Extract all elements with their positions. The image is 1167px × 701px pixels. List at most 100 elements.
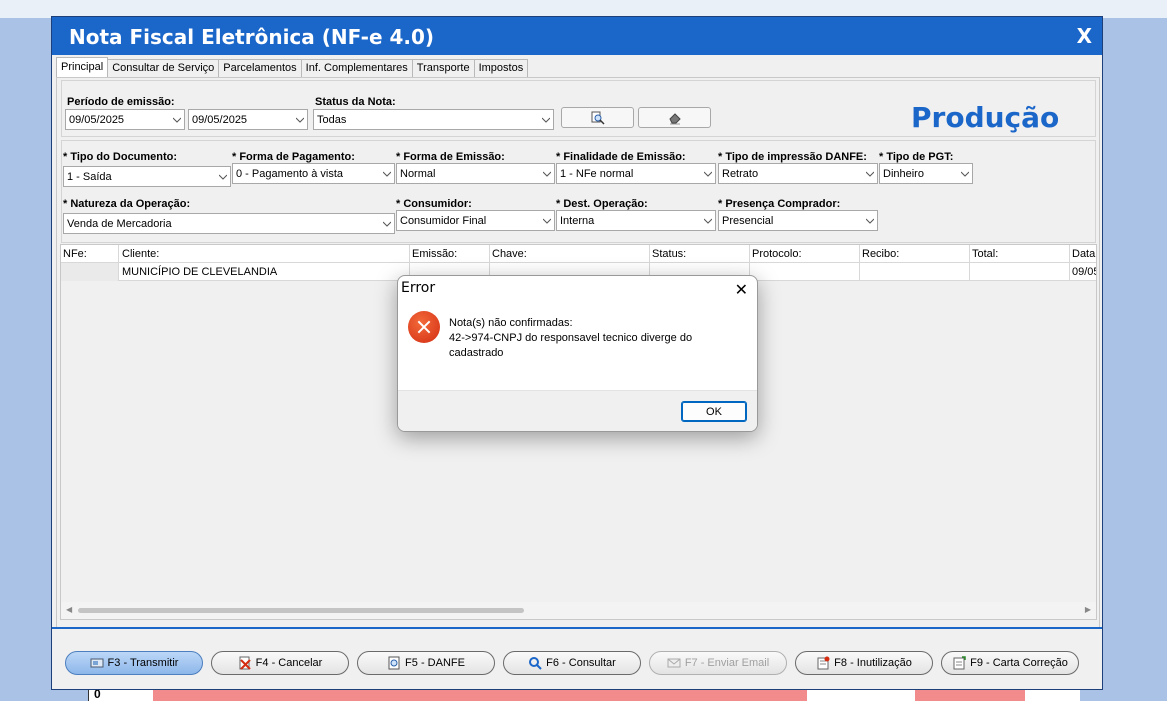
grid-header: NFe: Cliente: Emissão: Chave: Status: Pr… <box>61 245 1096 263</box>
tipo-pgt-label: * Tipo de PGT: <box>879 151 954 163</box>
scroll-right-icon[interactable]: ▶ <box>1085 605 1091 614</box>
presenca-value: Presencial <box>722 215 774 227</box>
cancel-doc-icon <box>239 656 251 670</box>
tipo-documento-label: * Tipo do Documento: <box>63 151 178 163</box>
inutilizacao-icon <box>817 656 830 670</box>
periodo-label: Período de emissão: <box>67 96 175 108</box>
tipo-pgt-select[interactable]: Dinheiro <box>879 163 973 184</box>
carta-correcao-label: F9 - Carta Correção <box>970 657 1068 669</box>
chevron-down-icon <box>866 171 874 177</box>
background-bar <box>153 689 807 701</box>
finalidade-value: 1 - NFe normal <box>560 168 634 180</box>
filter-group: Período de emissão: 09/05/2025 09/05/202… <box>61 80 1096 137</box>
tab-impostos[interactable]: Impostos <box>473 59 529 77</box>
finalidade-select[interactable]: 1 - NFe normal <box>556 163 716 184</box>
column-header[interactable]: Cliente: <box>122 248 159 260</box>
clear-filter-button[interactable] <box>638 107 711 128</box>
column-header[interactable]: Chave: <box>492 248 527 260</box>
column-header[interactable]: Protocolo: <box>752 248 802 260</box>
danfe-icon <box>388 656 400 670</box>
scrollbar-thumb[interactable] <box>78 608 524 613</box>
tipo-documento-value: 1 - Saída <box>67 171 112 183</box>
tipo-impressao-value: Retrato <box>722 168 759 180</box>
forma-pagamento-select[interactable]: 0 - Pagamento à vista <box>232 163 395 184</box>
column-header[interactable]: Status: <box>652 248 686 260</box>
transmit-button[interactable]: F3 - Transmitir <box>65 651 203 675</box>
chevron-down-icon <box>542 117 550 123</box>
presenca-label: * Presença Comprador: <box>718 198 841 210</box>
action-bar: F3 - Transmitir F4 - Cancelar F5 - DANFE… <box>52 627 1102 689</box>
dest-operacao-value: Interna <box>560 215 595 227</box>
column-header[interactable]: NFe: <box>63 248 87 260</box>
inutilizacao-button[interactable]: F8 - Inutilização <box>795 651 933 675</box>
inutilizacao-label: F8 - Inutilização <box>834 657 912 669</box>
transmit-label: F3 - Transmitir <box>107 657 179 669</box>
forma-pagamento-value: 0 - Pagamento à vista <box>236 168 344 180</box>
status-label: Status da Nota: <box>315 96 396 108</box>
error-icon <box>408 311 440 343</box>
close-button[interactable]: X <box>1077 24 1092 48</box>
environment-label: Produção <box>911 101 1060 134</box>
date-from-value: 09/05/2025 <box>69 114 125 126</box>
consult-button[interactable]: F6 - Consultar <box>503 651 641 675</box>
window-title: Nota Fiscal Eletrônica (NF-e 4.0) <box>69 25 435 49</box>
date-from-picker[interactable]: 09/05/2025 <box>65 109 185 130</box>
send-email-button[interactable]: F7 - Enviar Email <box>649 651 787 675</box>
forma-emissao-select[interactable]: Normal <box>396 163 555 184</box>
chevron-down-icon <box>173 117 181 123</box>
chevron-down-icon <box>961 171 969 177</box>
column-divider <box>1069 245 1070 281</box>
consumidor-label: * Consumidor: <box>396 198 472 210</box>
eraser-icon <box>669 113 681 125</box>
ok-button[interactable]: OK <box>681 401 747 422</box>
chevron-down-icon <box>383 221 391 227</box>
search-button[interactable] <box>561 107 634 128</box>
tipo-impressao-label: * Tipo de impressão DANFE: <box>718 151 867 163</box>
natureza-label: * Natureza da Operação: <box>63 198 191 210</box>
column-header[interactable]: Emissão: <box>412 248 457 260</box>
cancel-button[interactable]: F4 - Cancelar <box>211 651 349 675</box>
status-select[interactable]: Todas <box>313 109 554 130</box>
column-header[interactable]: Data <box>1072 248 1095 260</box>
natureza-value: Venda de Mercadoria <box>67 218 172 230</box>
column-header[interactable]: Total: <box>972 248 998 260</box>
dest-operacao-select[interactable]: Interna <box>556 210 716 231</box>
forma-emissao-label: * Forma de Emissão: <box>396 151 505 163</box>
tab-inf-complementares[interactable]: Inf. Complementares <box>300 59 413 77</box>
chevron-down-icon <box>296 117 304 123</box>
consumidor-select[interactable]: Consumidor Final <box>396 210 555 231</box>
dialog-title: Error <box>401 280 436 296</box>
horizontal-scrollbar[interactable]: ◀ ▶ <box>61 602 1096 619</box>
tipo-documento-select[interactable]: 1 - Saída <box>63 166 231 187</box>
tipo-pgt-value: Dinheiro <box>883 168 924 180</box>
forma-emissao-value: Normal <box>400 168 436 180</box>
chevron-down-icon <box>704 218 712 224</box>
date-to-picker[interactable]: 09/05/2025 <box>188 109 308 130</box>
tab-transporte[interactable]: Transporte <box>411 59 475 77</box>
carta-correcao-button[interactable]: F9 - Carta Correção <box>941 651 1079 675</box>
dialog-message-line1: Nota(s) não confirmadas: <box>449 317 573 329</box>
chevron-down-icon <box>866 218 874 224</box>
presenca-select[interactable]: Presencial <box>718 210 878 231</box>
tab-consultar-servico[interactable]: Consultar de Serviço <box>107 59 220 77</box>
tab-parcelamentos[interactable]: Parcelamentos <box>218 59 302 77</box>
tipo-impressao-select[interactable]: Retrato <box>718 163 878 184</box>
scroll-left-icon[interactable]: ◀ <box>66 605 72 614</box>
consult-label: F6 - Consultar <box>546 657 616 669</box>
column-header[interactable]: Recibo: <box>862 248 899 260</box>
danfe-button[interactable]: F5 - DANFE <box>357 651 495 675</box>
dialog-message: Nota(s) não confirmadas: 42->974-CNPJ do… <box>449 316 749 361</box>
dialog-message-line2: 42->974-CNPJ do responsavel tecnico dive… <box>449 332 693 359</box>
cell-data: 09/05 <box>1072 266 1097 278</box>
natureza-select[interactable]: Venda de Mercadoria <box>63 213 395 234</box>
consumidor-value: Consumidor Final <box>400 215 487 227</box>
background-bar <box>915 689 1025 701</box>
finalidade-label: * Finalidade de Emissão: <box>556 151 686 163</box>
tab-bar: Principal Consultar de Serviço Parcelame… <box>56 57 529 78</box>
dialog-close-button[interactable]: ✕ <box>735 280 748 299</box>
chevron-down-icon <box>543 218 551 224</box>
transmit-icon <box>90 658 104 668</box>
column-divider <box>859 245 860 281</box>
tab-principal[interactable]: Principal <box>56 57 109 77</box>
chevron-down-icon <box>383 171 391 177</box>
